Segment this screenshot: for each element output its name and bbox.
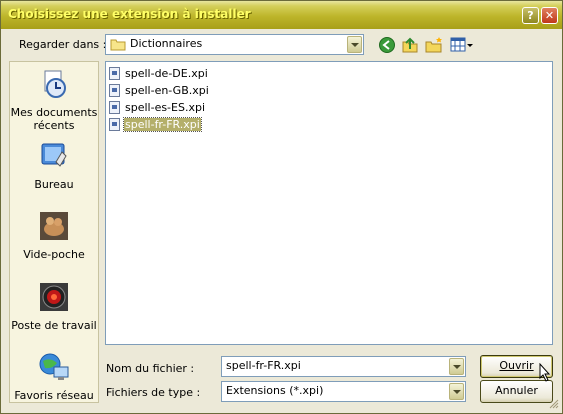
file-name: spell-de-DE.xpi xyxy=(125,67,208,80)
xpi-file-icon xyxy=(109,101,120,114)
place-desktop[interactable]: Bureau xyxy=(10,140,98,191)
xpi-file-icon xyxy=(109,118,120,131)
help-button[interactable]: ? xyxy=(522,7,539,24)
place-label: Mes documents xyxy=(10,106,98,119)
chevron-down-icon[interactable] xyxy=(347,36,362,53)
filename-label: Nom du fichier : xyxy=(106,362,195,375)
desktop-icon xyxy=(41,143,67,167)
open-button-label: Ouvrir xyxy=(499,359,534,372)
place-workstation[interactable]: Poste de travail xyxy=(10,281,98,332)
close-button[interactable]: ✕ xyxy=(541,7,558,24)
xpi-file-icon xyxy=(109,84,120,97)
file-item-selected[interactable]: spell-fr-FR.xpi xyxy=(109,117,219,133)
recent-documents-icon xyxy=(44,70,66,98)
place-label: Favoris réseau xyxy=(14,389,94,402)
file-item[interactable]: spell-en-GB.xpi xyxy=(109,83,219,99)
place-label: Poste de travail xyxy=(11,319,97,332)
view-menu-icon[interactable] xyxy=(450,36,474,54)
look-in-dropdown[interactable]: Dictionnaires xyxy=(105,34,364,55)
chevron-down-icon[interactable] xyxy=(449,383,464,400)
look-in-label: Regarder dans : xyxy=(19,38,107,51)
back-icon[interactable] xyxy=(378,36,396,54)
place-label: Bureau xyxy=(34,178,74,191)
file-item[interactable]: spell-de-DE.xpi xyxy=(109,66,219,82)
file-dialog-window: Choisissez une extension à installer ? ✕… xyxy=(0,0,563,414)
xpi-file-icon xyxy=(109,67,120,80)
up-folder-icon[interactable] xyxy=(401,36,419,54)
places-bar: Mes documents récents Bureau Vide-poche xyxy=(9,61,99,403)
place-network-favorites[interactable]: Favoris réseau xyxy=(10,351,98,402)
window-title: Choisissez une extension à installer xyxy=(8,7,251,21)
place-vide-poche[interactable]: Vide-poche xyxy=(10,210,98,261)
file-list[interactable]: spell-de-DE.xpi spell-en-GB.xpi spell-es… xyxy=(105,61,553,345)
file-name: spell-es-ES.xpi xyxy=(125,101,206,114)
place-label-line2: récents xyxy=(33,119,75,132)
chevron-down-icon[interactable] xyxy=(449,358,464,375)
filetype-value: Extensions (*.xpi) xyxy=(226,384,324,397)
mouse-cursor-icon xyxy=(539,363,551,382)
file-name: spell-en-GB.xpi xyxy=(125,84,209,97)
filename-value: spell-fr-FR.xpi xyxy=(226,359,301,372)
cancel-button-label: Annuler xyxy=(495,384,538,397)
title-bar[interactable]: Choisissez une extension à installer ? ✕ xyxy=(1,1,562,29)
folder-icon xyxy=(110,39,126,51)
new-folder-icon[interactable] xyxy=(425,36,443,54)
filename-input[interactable]: spell-fr-FR.xpi xyxy=(221,356,466,377)
file-name: spell-fr-FR.xpi xyxy=(123,117,202,132)
file-item[interactable]: spell-es-ES.xpi xyxy=(109,100,219,116)
workstation-icon xyxy=(40,283,68,311)
network-favorites-icon xyxy=(39,353,69,380)
place-recent-documents[interactable]: Mes documents récents xyxy=(10,68,98,132)
cancel-button[interactable]: Annuler xyxy=(480,380,553,403)
place-label: Vide-poche xyxy=(23,248,85,261)
resize-grip-icon[interactable] xyxy=(549,399,559,409)
filetype-dropdown[interactable]: Extensions (*.xpi) xyxy=(221,381,466,402)
look-in-value: Dictionnaires xyxy=(130,37,203,50)
filetype-label: Fichiers de type : xyxy=(106,386,201,399)
vide-poche-icon xyxy=(40,212,68,240)
